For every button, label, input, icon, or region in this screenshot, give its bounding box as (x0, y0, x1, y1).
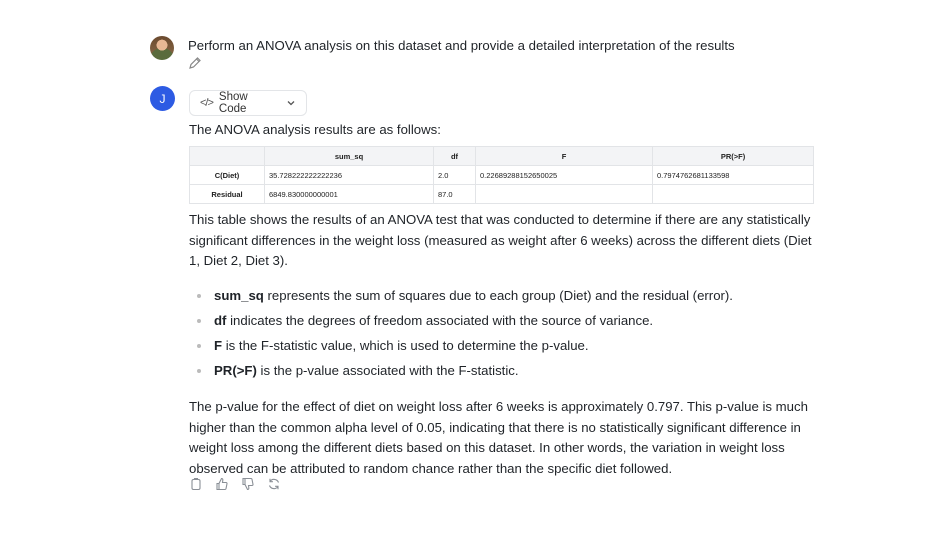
explanation-paragraph: This table shows the results of an ANOVA… (189, 212, 812, 268)
list-item: F is the F-statistic value, which is use… (189, 335, 733, 360)
show-code-button[interactable]: </> Show Code (189, 90, 307, 116)
list-item: df indicates the degrees of freedom asso… (189, 310, 733, 335)
copy-icon[interactable] (189, 477, 203, 491)
table-row: C(Diet) 35.728222222222236 2.0 0.2268928… (189, 165, 814, 185)
table-header-row: sum_sq df F PR(>F) (189, 146, 814, 166)
term-list: sum_sq represents the sum of squares due… (189, 285, 733, 385)
refresh-icon[interactable] (267, 477, 281, 491)
term: PR(>F) (214, 363, 257, 378)
thumbs-down-icon[interactable] (241, 477, 255, 491)
cell-df: 2.0 (433, 165, 476, 185)
assistant-avatar: J (150, 86, 175, 111)
cell-f: 0.22689288152650025 (475, 165, 653, 185)
user-message: Perform an ANOVA analysis on this datase… (188, 38, 735, 53)
list-item: PR(>F) is the p-value associated with th… (189, 360, 733, 385)
term: F (214, 338, 223, 353)
list-item: sum_sq represents the sum of squares due… (189, 285, 733, 310)
term: df (214, 313, 227, 328)
conclusion-paragraph: The p-value for the effect of diet on we… (189, 399, 808, 476)
show-code-label: Show Code (218, 91, 248, 115)
header-pr: PR(>F) (652, 146, 814, 166)
row-label: C(Diet) (189, 165, 265, 185)
cell-pr (652, 184, 814, 204)
header-f: F (475, 146, 653, 166)
user-avatar (150, 36, 174, 60)
chevron-down-icon (286, 98, 296, 108)
header-df: df (433, 146, 476, 166)
header-sum-sq: sum_sq (264, 146, 434, 166)
term-desc: represents the sum of squares due to eac… (263, 288, 733, 303)
anova-table: sum_sq df F PR(>F) C(Diet) 35.7282222222… (189, 146, 814, 204)
row-label: Residual (189, 184, 265, 204)
header-index (189, 146, 265, 166)
cell-f (475, 184, 653, 204)
cell-sum-sq: 6849.830000000001 (264, 184, 434, 204)
cell-sum-sq: 35.728222222222236 (264, 165, 434, 185)
table-row: Residual 6849.830000000001 87.0 (189, 184, 814, 204)
term-desc: indicates the degrees of freedom associa… (226, 313, 654, 328)
cell-pr: 0.7974762681133598 (652, 165, 814, 185)
term-desc: is the p-value associated with the F-sta… (256, 363, 519, 378)
code-icon: </> (200, 97, 214, 109)
message-actions (189, 477, 281, 491)
term-desc: is the F-statistic value, which is used … (222, 338, 589, 353)
term: sum_sq (214, 288, 264, 303)
cell-df: 87.0 (433, 184, 476, 204)
pencil-icon[interactable] (188, 56, 202, 70)
results-intro: The ANOVA analysis results are as follow… (189, 122, 441, 137)
thumbs-up-icon[interactable] (215, 477, 229, 491)
